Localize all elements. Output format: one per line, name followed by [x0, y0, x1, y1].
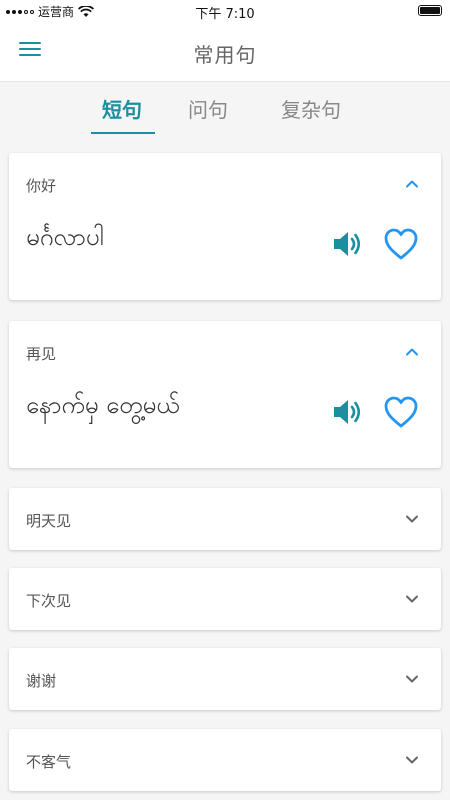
phrase-chinese: 明天见 — [26, 512, 72, 530]
phrase-chinese: 再见 — [26, 345, 57, 363]
phrase-card-header[interactable]: 你好 — [9, 153, 441, 215]
phrase-card[interactable]: 谢谢 — [9, 648, 441, 710]
phrase-card-body: နောက်မှ တွေ့မယ် — [9, 383, 441, 467]
tab-short-sentences[interactable]: 短句 — [79, 82, 165, 138]
favorite-heart-icon[interactable] — [383, 395, 419, 429]
chevron-up-icon[interactable] — [405, 177, 419, 191]
phrase-card: 再见 နောက်မှ တွေ့မယ် — [9, 321, 441, 468]
phrase-card[interactable]: 不客气 — [9, 729, 441, 791]
speaker-icon[interactable] — [331, 395, 365, 429]
chevron-up-icon[interactable] — [405, 345, 419, 359]
chevron-down-icon[interactable] — [405, 592, 419, 606]
phrase-card-header[interactable]: 再见 — [9, 321, 441, 383]
tab-complex-sentences[interactable]: 复杂句 — [251, 82, 371, 138]
phrase-chinese: 下次见 — [26, 592, 72, 610]
phrase-card[interactable]: 下次见 — [9, 568, 441, 630]
phrase-chinese: 你好 — [26, 177, 57, 195]
chevron-down-icon[interactable] — [405, 672, 419, 686]
app-header: 常用句 — [0, 22, 450, 82]
favorite-heart-icon[interactable] — [383, 227, 419, 261]
status-bar: 运营商 下午 7:10 — [0, 0, 450, 22]
tab-bar: 短句 问句 复杂句 — [0, 82, 450, 138]
speaker-icon[interactable] — [331, 227, 365, 261]
phrase-card-header[interactable]: 不客气 — [9, 729, 441, 791]
phrase-chinese: 不客气 — [26, 753, 72, 771]
phrase-burmese: မင်္ဂလာပါ — [26, 223, 104, 251]
battery-icon — [418, 5, 442, 16]
phrase-card[interactable]: 明天见 — [9, 488, 441, 550]
phrase-card-header[interactable]: 谢谢 — [9, 648, 441, 710]
page-title: 常用句 — [193, 43, 257, 67]
chevron-down-icon[interactable] — [405, 512, 419, 526]
tab-questions[interactable]: 问句 — [165, 82, 251, 138]
phrase-burmese: နောက်မှ တွေ့မယ် — [26, 391, 180, 419]
phrase-card-header[interactable]: 下次见 — [9, 568, 441, 630]
phrase-card-body: မင်္ဂလာပါ — [9, 215, 441, 299]
phrase-card: 你好 မင်္ဂလာပါ — [9, 153, 441, 300]
phrase-card-header[interactable]: 明天见 — [9, 488, 441, 550]
chevron-down-icon[interactable] — [405, 753, 419, 767]
status-time: 下午 7:10 — [195, 7, 255, 22]
phrase-chinese: 谢谢 — [26, 672, 57, 690]
